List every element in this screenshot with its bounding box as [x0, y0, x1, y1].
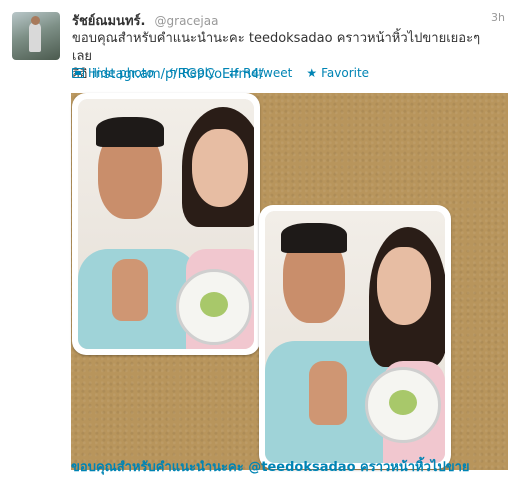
- favorite-label: Favorite: [321, 66, 370, 80]
- hide-photo-button[interactable]: Hide photo: [72, 66, 154, 80]
- hide-photo-label: Hide photo: [88, 66, 154, 80]
- photo-2-man-hair: [281, 223, 347, 253]
- avatar[interactable]: [12, 12, 60, 60]
- reply-label: Reply: [181, 66, 216, 80]
- photo-1-thumbs-up: [112, 259, 148, 321]
- photo-frame-1: [72, 93, 260, 355]
- photo-caption: ขอบคุณสำหรับคำแนะนำนะคะ @teedoksadao ครา…: [71, 456, 511, 477]
- reply-button[interactable]: ↰ Reply: [168, 66, 215, 80]
- user-name[interactable]: รัชย์ณมนทร์.: [72, 14, 145, 29]
- photo-1-woman-face: [192, 129, 248, 207]
- user-handle[interactable]: @gracejaa: [155, 14, 219, 28]
- retweet-icon: ⇄: [229, 66, 240, 80]
- photo-icon: [72, 68, 84, 78]
- photo-1-man-hair: [96, 117, 164, 147]
- star-icon: ★: [306, 66, 318, 80]
- retweet-button[interactable]: ⇄ Retweet: [229, 66, 292, 80]
- tweet: รัชย์ณมนทร์. @gracejaa 3h ขอบคุณสำหรับคำ…: [0, 0, 515, 498]
- caption-prefix: ขอบคุณสำหรับคำแนะนำนะคะ: [71, 460, 249, 475]
- photo-1: [78, 99, 254, 349]
- tweet-timestamp[interactable]: 3h: [491, 11, 505, 24]
- caption-suffix: คราวหน้าหิ้วไปขาย: [355, 460, 470, 475]
- photo-2-woman-face: [377, 247, 431, 325]
- avatar-figure: [29, 22, 41, 52]
- tweet-header: รัชย์ณมนทร์. @gracejaa 3h: [72, 10, 505, 29]
- caption-mention-link[interactable]: @teedoksadao: [248, 460, 355, 475]
- favorite-button[interactable]: ★ Favorite: [306, 66, 369, 80]
- tweet-text-line1: ขอบคุณสำหรับคำแนะนำนะคะ teedoksadao คราว…: [72, 31, 481, 64]
- photo-2-product-jar: [365, 367, 441, 443]
- retweet-label: Retweet: [243, 66, 293, 80]
- avatar-head: [31, 16, 40, 25]
- reply-icon: ↰: [167, 66, 178, 80]
- tweet-actions: Hide photo ↰ Reply ⇄ Retweet ★ Favorite: [72, 66, 369, 80]
- photo-1-product-jar: [176, 269, 252, 345]
- photo-frame-2: [259, 205, 451, 469]
- photo-2-thumbs-up: [309, 361, 347, 425]
- tweet-photo[interactable]: [71, 93, 508, 470]
- photo-2: [265, 211, 445, 463]
